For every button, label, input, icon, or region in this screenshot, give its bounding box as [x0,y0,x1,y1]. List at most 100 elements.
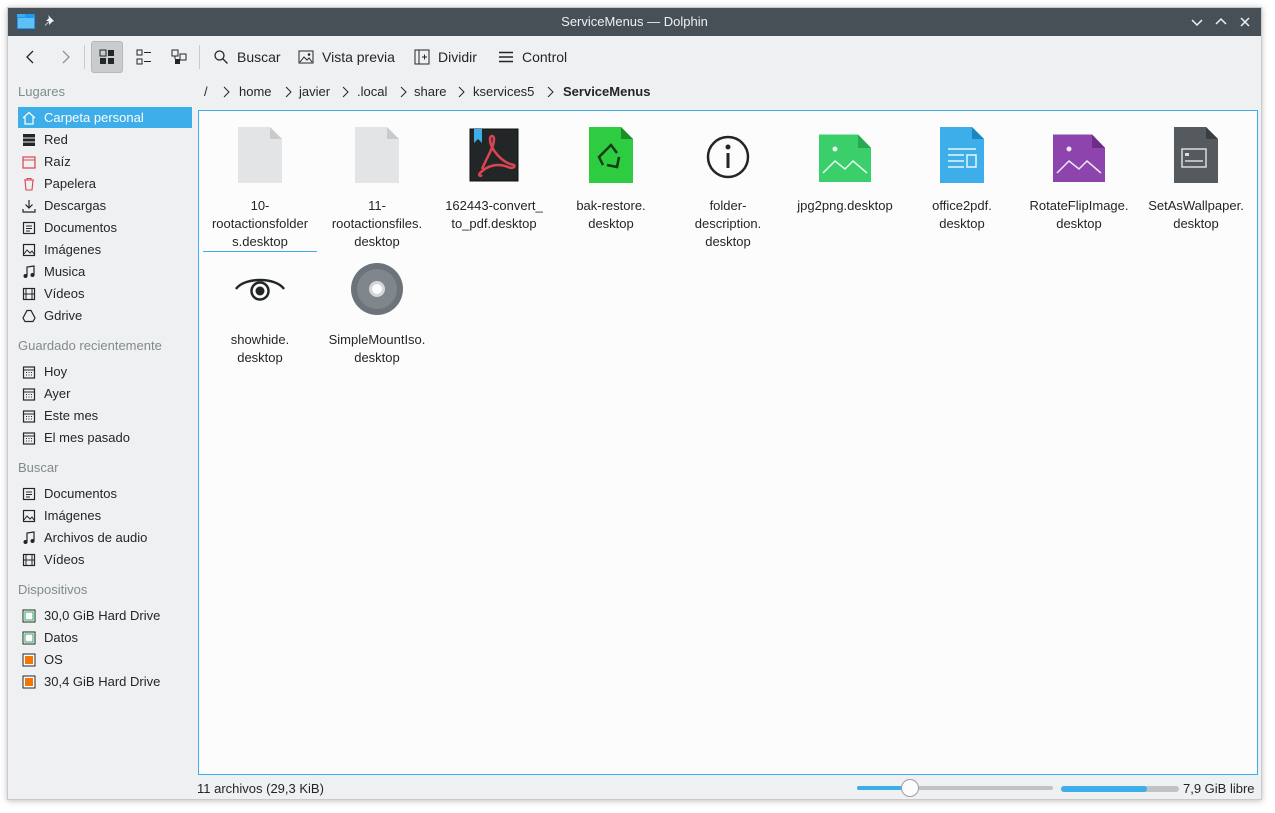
blank-file-icon [238,127,282,183]
crumb-root[interactable]: / [204,84,208,99]
crumb-javier[interactable]: javier [299,84,330,99]
grid-view-icon [99,49,114,64]
calendar-icon [22,387,36,401]
calendar-icon [22,431,36,445]
file-item[interactable]: bak-restore. desktop [554,121,668,247]
sidebar-item-music[interactable]: Musica [18,261,192,282]
sidebar-item-label: Vídeos [44,286,85,301]
sidebar-item-root[interactable]: Raíz [18,151,192,172]
sidebar-item-search-videos[interactable]: Vídeos [18,549,192,570]
zoom-slider-handle[interactable] [900,779,919,797]
search-label: Buscar [237,49,281,65]
sidebar-item-label: Imágenes [44,508,102,523]
chevron-right-icon[interactable] [222,86,230,98]
compact-view-icon [136,49,151,65]
devices-section-title: Dispositivos [18,582,88,597]
sidebar-item-trash[interactable]: Papelera [18,173,192,194]
video-icon [22,287,36,301]
sidebar-item-this-month[interactable]: Este mes [18,405,192,426]
sidebar-item-label: El mes pasado [44,430,130,445]
file-item[interactable]: RotateFlipImage. desktop [1022,121,1136,247]
sidebar-item-label: Raíz [44,154,71,169]
sidebar-item-last-month[interactable]: El mes pasado [18,427,192,448]
file-item[interactable]: SimpleMountIso. desktop [320,255,434,365]
sidebar-item-drive-30-4[interactable]: 30,4 GiB Hard Drive [18,671,192,692]
sidebar-item-drive-30-0[interactable]: 30,0 GiB Hard Drive [18,605,192,626]
crumb-kservices5[interactable]: kservices5 [473,84,534,99]
chevron-right-icon[interactable] [284,86,292,98]
document-icon [22,221,36,235]
download-icon [22,199,36,213]
chevron-right-icon[interactable] [546,86,554,98]
sidebar-item-downloads[interactable]: Descargas [18,195,192,216]
sidebar-item-home[interactable]: Carpeta personal [18,107,192,128]
hamburger-menu-icon [499,51,513,63]
sidebar-item-label: Datos [44,630,78,645]
details-view-button[interactable] [163,41,195,73]
sidebar-item-datos[interactable]: Datos [18,627,192,648]
blue-document-icon [940,127,984,183]
sidebar-item-search-audio[interactable]: Archivos de audio [18,527,192,548]
sidebar-item-os[interactable]: OS [18,649,192,670]
maximize-icon[interactable] [1212,13,1230,31]
sidebar-item-gdrive[interactable]: Gdrive [18,305,192,326]
chevron-right-icon[interactable] [399,86,407,98]
file-item[interactable]: SetAsWallpaper. desktop [1139,121,1253,247]
file-item[interactable]: office2pdf. desktop [905,121,1019,247]
sidebar-item-network[interactable]: Red [18,129,192,150]
sidebar-item-images[interactable]: Imágenes [18,239,192,260]
file-item[interactable]: 10- rootactionsfolder s.desktop [203,121,317,252]
file-item[interactable]: folder- description. desktop [671,121,785,249]
sidebar-item-label: Musica [44,264,86,279]
split-button[interactable]: Dividir [408,41,483,73]
zoom-slider[interactable] [857,779,1053,797]
forward-button[interactable] [52,41,78,73]
sidebar-item-yesterday[interactable]: Ayer [18,383,192,404]
gdrive-icon [22,309,36,323]
close-icon[interactable] [1236,13,1254,31]
chevron-right-icon[interactable] [341,86,349,98]
toolbar-separator [84,45,85,69]
file-name: office2pdf. desktop [932,198,992,231]
sidebar-item-label: Descargas [44,198,107,213]
free-space-bar[interactable] [1061,786,1179,792]
preview-label: Vista previa [322,49,395,65]
sidebar-item-label: Archivos de audio [44,530,148,545]
green-image-icon [819,134,871,183]
sidebar-item-label: Ayer [44,386,71,401]
crumb-current[interactable]: ServiceMenus [563,84,650,99]
preview-button[interactable]: Vista previa [292,41,401,73]
calendar-icon [22,409,36,423]
sidebar-item-label: Gdrive [44,308,83,323]
file-item[interactable]: showhide. desktop [203,255,317,365]
sidebar-item-documents[interactable]: Documentos [18,217,192,238]
compact-view-button[interactable] [128,41,160,73]
file-item[interactable]: 11- rootactionsfiles. desktop [320,121,434,249]
sidebar-item-search-documents[interactable]: Documentos [18,483,192,504]
crumb-home[interactable]: home [239,84,272,99]
sidebar-item-label: Este mes [44,408,99,423]
sidebar-item-label: Red [44,132,68,147]
file-name: 11- rootactionsfiles. desktop [331,198,423,249]
file-name: 10- rootactionsfolder s.desktop [203,197,317,252]
sidebar-item-today[interactable]: Hoy [18,361,192,382]
purple-image-icon [1053,134,1105,183]
sidebar-item-search-images[interactable]: Imágenes [18,505,192,526]
icons-view-button[interactable] [91,41,123,73]
control-button[interactable]: Control [492,41,573,73]
file-view[interactable]: 10- rootactionsfolder s.desktop 11- root… [198,110,1258,775]
file-item[interactable]: jpg2png.desktop [788,121,902,247]
back-button[interactable] [18,41,44,73]
search-button[interactable]: Buscar [207,41,287,73]
sidebar-item-videos[interactable]: Vídeos [18,283,192,304]
crumb-share[interactable]: share [414,84,447,99]
root-folder-icon [22,155,36,169]
crumb-local[interactable]: .local [357,84,387,99]
chevron-right-icon[interactable] [457,86,465,98]
search-icon [214,50,228,64]
minimize-icon[interactable] [1188,13,1206,31]
status-bar: 11 archivos (29,3 KiB) 7,9 GiB libre [8,778,1261,799]
image-icon [22,509,36,523]
file-name: showhide. desktop [230,332,290,365]
file-item[interactable]: 162443-convert_ to_pdf.desktop [437,121,551,247]
